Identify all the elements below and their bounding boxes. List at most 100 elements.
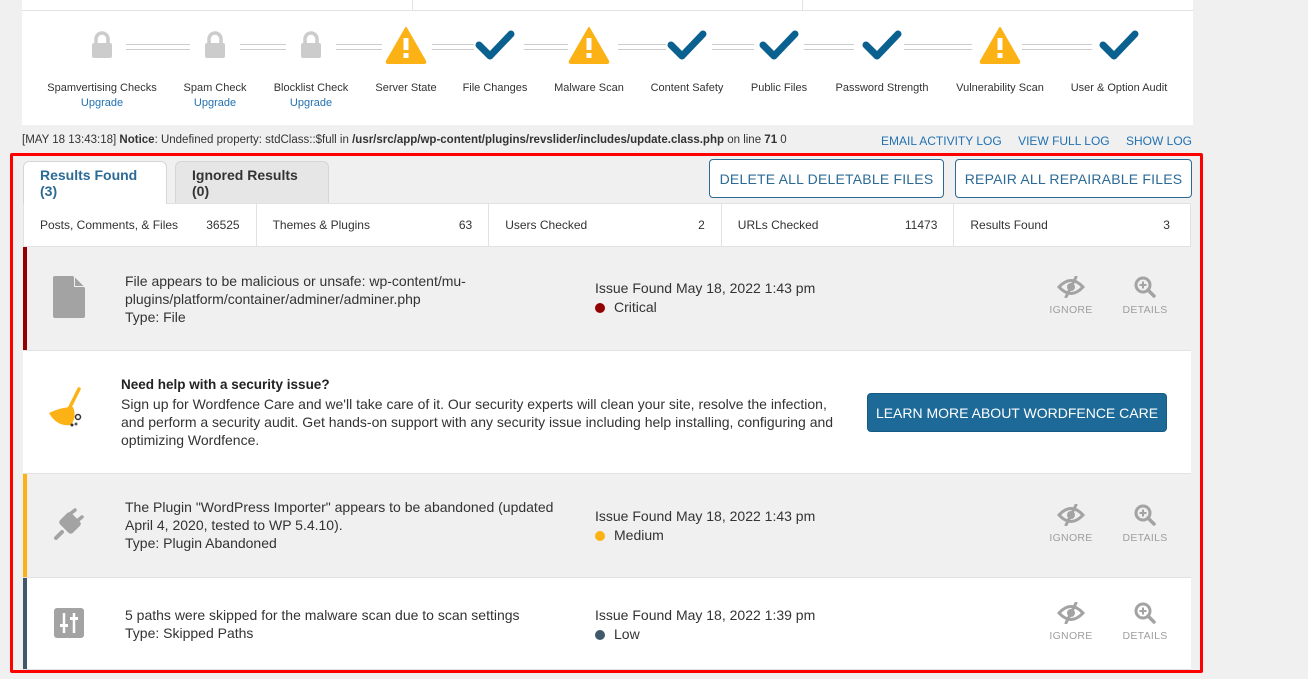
stage-connector bbox=[240, 44, 286, 50]
lock-icon bbox=[289, 25, 333, 65]
stat-value: 36525 bbox=[206, 218, 240, 232]
stage-connector bbox=[904, 44, 972, 50]
details-button[interactable]: DETAILS bbox=[1115, 502, 1175, 544]
details-button[interactable]: DETAILS bbox=[1115, 274, 1175, 316]
issue-description: 5 paths were skipped for the malware sca… bbox=[125, 606, 565, 642]
severity-indicator: Medium bbox=[595, 526, 815, 545]
zoom-in-icon bbox=[1115, 274, 1175, 300]
log-message: : Undefined property: stdClass::$full in bbox=[154, 134, 353, 146]
upgrade-link[interactable]: Upgrade bbox=[251, 97, 371, 109]
stage-label: Vulnerability Scan bbox=[956, 82, 1044, 94]
issue-type: Type: Plugin Abandoned bbox=[125, 535, 277, 551]
divider bbox=[412, 0, 413, 10]
checkmark-icon bbox=[757, 25, 801, 65]
ignore-label: IGNORE bbox=[1049, 304, 1093, 316]
tab-results-found[interactable]: Results Found (3) bbox=[23, 161, 167, 204]
stage-connector bbox=[126, 44, 190, 50]
severity-bar bbox=[23, 247, 27, 350]
promo-text: Sign up for Wordfence Care and we'll tak… bbox=[121, 396, 834, 448]
issue-text: The Plugin "WordPress Importer" appears … bbox=[125, 499, 554, 533]
warning-icon bbox=[384, 25, 428, 65]
activity-log-line: [MAY 18 13:43:18] Notice: Undefined prop… bbox=[22, 134, 787, 146]
details-label: DETAILS bbox=[1122, 304, 1168, 316]
checkmark-icon bbox=[473, 25, 517, 65]
issue-text: 5 paths were skipped for the malware sca… bbox=[125, 607, 520, 623]
show-log-link[interactable]: SHOW LOG bbox=[1126, 134, 1192, 148]
severity-indicator: Low bbox=[595, 625, 815, 644]
severity-indicator: Critical bbox=[595, 298, 815, 317]
issue-found-info: Issue Found May 18, 2022 1:39 pm Low bbox=[595, 606, 815, 644]
stage-connector bbox=[432, 44, 474, 50]
stat-themes-plugins: Themes & Plugins 63 bbox=[257, 204, 490, 246]
issue-description: The Plugin "WordPress Importer" appears … bbox=[125, 498, 565, 552]
details-button[interactable]: DETAILS bbox=[1115, 600, 1175, 642]
wordfence-care-promo: Need help with a security issue? Sign up… bbox=[23, 351, 1191, 474]
checkmark-icon bbox=[1097, 25, 1141, 65]
ignore-label: IGNORE bbox=[1049, 532, 1093, 544]
issue-row: The Plugin "WordPress Importer" appears … bbox=[23, 474, 1191, 578]
severity-dot bbox=[595, 629, 605, 640]
zoom-in-icon bbox=[1115, 502, 1175, 528]
ignore-button[interactable]: IGNORE bbox=[1041, 600, 1101, 642]
stage-connector bbox=[618, 44, 666, 50]
repair-all-repairable-files-button[interactable]: REPAIR ALL REPAIRABLE FILES bbox=[955, 159, 1192, 198]
stat-urls-checked: URLs Checked 11473 bbox=[722, 204, 955, 246]
stat-results-found: Results Found 3 bbox=[954, 204, 1190, 246]
stat-label: Themes & Plugins bbox=[272, 218, 370, 232]
stage-label: Password Strength bbox=[835, 82, 929, 94]
stage-label: User & Option Audit bbox=[1070, 82, 1168, 94]
severity-bar bbox=[23, 578, 27, 669]
stat-label: URLs Checked bbox=[737, 218, 819, 232]
stat-users-checked: Users Checked 2 bbox=[489, 204, 722, 246]
divider bbox=[802, 0, 803, 10]
issue-found-date: Issue Found May 18, 2022 1:43 pm bbox=[595, 280, 816, 296]
severity-dot bbox=[595, 302, 605, 313]
log-path: /usr/src/app/wp-content/plugins/revslide… bbox=[352, 134, 725, 146]
stat-label: Results Found bbox=[970, 218, 1048, 232]
stat-value: 3 bbox=[1163, 218, 1170, 232]
eye-slash-icon bbox=[1041, 502, 1101, 528]
lock-icon bbox=[80, 25, 124, 65]
details-label: DETAILS bbox=[1122, 532, 1168, 544]
log-trail: 0 bbox=[777, 134, 787, 146]
view-full-log-link[interactable]: VIEW FULL LOG bbox=[1018, 134, 1110, 148]
ignore-label: IGNORE bbox=[1049, 630, 1093, 642]
issue-found-date: Issue Found May 18, 2022 1:39 pm bbox=[595, 607, 816, 623]
stage-connector bbox=[524, 44, 568, 50]
stat-posts-comments-files: Posts, Comments, & Files 36525 bbox=[24, 204, 257, 246]
broom-icon bbox=[45, 387, 91, 438]
stat-value: 2 bbox=[698, 218, 705, 232]
log-timestamp: [MAY 18 13:43:18] bbox=[22, 134, 117, 146]
details-label: DETAILS bbox=[1122, 630, 1168, 642]
ignore-button[interactable]: IGNORE bbox=[1041, 502, 1101, 544]
stat-value: 63 bbox=[458, 218, 473, 232]
log-line-number: 71 bbox=[764, 134, 778, 146]
issue-found-date: Issue Found May 18, 2022 1:43 pm bbox=[595, 508, 816, 524]
stage-connector bbox=[336, 44, 382, 50]
issue-found-info: Issue Found May 18, 2022 1:43 pm Medium bbox=[595, 507, 815, 545]
eye-slash-icon bbox=[1041, 600, 1101, 626]
log-level: Notice bbox=[119, 134, 155, 146]
scan-stats-bar: Posts, Comments, & Files 36525 Themes & P… bbox=[23, 203, 1191, 247]
ignore-button[interactable]: IGNORE bbox=[1041, 274, 1101, 316]
lock-icon bbox=[193, 25, 237, 65]
scan-stages: Spamvertising Checks Upgrade Spam Check … bbox=[22, 11, 1193, 125]
eye-slash-icon bbox=[1041, 274, 1101, 300]
log-on-line: on line bbox=[724, 134, 765, 146]
plug-icon bbox=[51, 501, 87, 547]
zoom-in-icon bbox=[1115, 600, 1175, 626]
learn-more-wordfence-care-button[interactable]: LEARN MORE ABOUT WORDFENCE CARE bbox=[867, 393, 1167, 432]
email-activity-log-link[interactable]: EMAIL ACTIVITY LOG bbox=[881, 134, 1002, 148]
log-links: EMAIL ACTIVITY LOG VIEW FULL LOG SHOW LO… bbox=[868, 134, 1192, 148]
warning-icon bbox=[567, 25, 611, 65]
upgrade-link[interactable]: Upgrade bbox=[42, 97, 162, 109]
warning-icon bbox=[978, 25, 1022, 65]
promo-title: Need help with a security issue? bbox=[121, 377, 330, 392]
issue-row: File appears to be malicious or unsafe: … bbox=[23, 247, 1191, 351]
tab-ignored-results[interactable]: Ignored Results (0) bbox=[175, 161, 329, 204]
issue-text: File appears to be malicious or unsafe: … bbox=[125, 273, 466, 307]
severity-label: Low bbox=[614, 626, 640, 642]
issue-description: File appears to be malicious or unsafe: … bbox=[125, 272, 565, 326]
checkmark-icon bbox=[665, 25, 709, 65]
delete-all-deletable-files-button[interactable]: DELETE ALL DELETABLE FILES bbox=[709, 159, 944, 198]
